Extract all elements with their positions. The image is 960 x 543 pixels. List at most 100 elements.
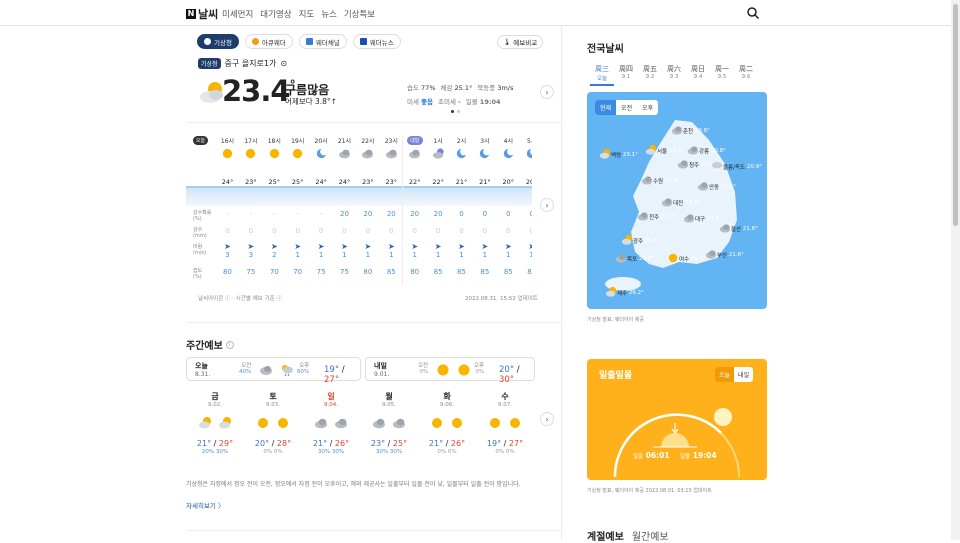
hour-label: 3시 [480,138,490,145]
hour-humidity: 85 [480,268,490,276]
row-label-wind: 바람 (m/s) [193,244,207,256]
sun-icon [488,415,502,433]
nav-alert[interactable]: 기상특보 [344,8,375,20]
hour-temp: 21° [455,178,468,186]
city-weather[interactable]: 대구 22.3° [683,212,722,226]
cloud-icon [334,415,348,433]
weekly-day-column[interactable]: 일 9.04. 21° / 26° 30% 30% [309,391,353,455]
weekly-day-column[interactable]: 토 9.03. 20° / 28° 0% 0% [251,391,295,455]
weekday-date: 9.05. [382,402,396,408]
provider-tabs: 기상청 아큐웨더 웨더채널 웨더뉴스 [197,34,401,49]
city-weather[interactable]: 울산 21.6° [719,222,758,236]
hour-temp: 24° [315,178,327,186]
hour-pop: - [273,210,276,218]
column-divider [561,26,562,540]
national-day-tab[interactable]: 周一 9.5 [710,64,734,86]
hourly-next-button[interactable]: › [540,198,554,212]
hour-label: 20시 [314,138,328,145]
tab-accuweather[interactable]: 아큐웨더 [244,34,293,49]
today-forecast-card[interactable]: 오늘 8.31. 오전 40% 오후 60% 19° / 27° [186,357,361,385]
nav-news[interactable]: 뉴스 [321,8,337,20]
national-day-tab[interactable]: 周三 오늘 [590,64,614,86]
weekly-title: 주간예보 i [186,337,234,352]
scrollbar-thumb[interactable] [953,4,958,226]
tab-monthly[interactable]: 월간예보 [632,528,669,543]
hour-humidity: 70 [269,268,279,276]
city-weather[interactable]: 여수 25.9° [667,252,706,266]
top-bar: N 날씨 미세먼지 대기영상 지도 뉴스 기상특보 [0,0,960,26]
weekly-day-column[interactable]: 수 9.07. 19° / 27° 0% 0% [483,391,527,455]
weekly-next-button[interactable]: › [540,412,554,426]
nav-video[interactable]: 대기영상 [260,8,291,20]
weekday-rain: 0% 0% [437,449,457,455]
more-link[interactable]: 자세히보기 〉 [186,500,224,510]
cloud-icon [705,248,717,262]
hour-pop: 20 [340,210,349,218]
day-temperatures: 19° / 27° [324,365,345,385]
national-day-tab[interactable]: 周日 9.4 [686,64,710,86]
national-day-tab[interactable]: 周六 9.3 [662,64,686,86]
wind-direction-icon: ➤ [294,242,302,251]
national-day-tab[interactable]: 周四 9.1 [614,64,638,86]
day-temperatures: 20° / 30° [499,365,520,385]
city-weather[interactable]: 울릉/독도 20.9° [711,160,762,174]
info-icon[interactable]: i [225,340,234,349]
page-scrollbar[interactable] [951,0,960,540]
hour-wind: ➤ 1 [427,243,450,260]
location-name[interactable]: 중구 을지로1가 [225,58,277,69]
city-weather[interactable]: 제주 26.2° [605,286,644,300]
sun-icon [256,415,270,433]
weekly-day-column[interactable]: 금 9.02. 21° / 29° 20% 30% [193,391,237,455]
weekly-day-column[interactable]: 월 9.05. 23° / 25° 30% 30% [367,391,411,455]
sun-icon [437,364,449,376]
hour-wind: ➤ 1 [310,243,333,260]
city-weather[interactable]: 서울 23.4° [645,144,684,158]
search-icon[interactable] [746,6,760,20]
city-weather[interactable]: 부산 21.6° [705,248,744,262]
tab-kma[interactable]: 기상청 [197,34,239,49]
national-day-tab[interactable]: 周二 9.6 [734,64,758,86]
city-weather[interactable]: 수원 22.8° [641,174,680,188]
city-weather[interactable]: 안동 22.5° [697,180,736,194]
tomorrow-forecast-card[interactable]: 내일 9.01. 오전 0% 오후 0% 20° / 30° [365,357,535,385]
city-weather[interactable]: 전주 23.8° [637,210,676,224]
national-day-tab[interactable]: 周五 9.2 [638,64,662,86]
tab-seasonal[interactable]: 계절예보 [587,528,624,543]
hourly-footnote[interactable]: 날씨아이콘 ⓘ · 시간별 예보 기준 ⓘ [198,294,282,302]
weathernews-logo-icon [359,38,367,45]
compare-forecast-button[interactable]: 🌡 예보비교 [497,35,544,49]
yesterday-compare: 어제보다 3.8°↑ [285,97,337,106]
day-name: 내일 [374,362,387,370]
city-weather[interactable]: 백령 23.1° [599,148,638,162]
city-weather[interactable]: 목포 25.1° [615,252,654,266]
moon-icon [478,145,491,159]
city-weather[interactable]: 광주 25.5° [621,234,660,248]
current-next-button[interactable]: › [540,85,554,99]
hour-temp: 23° [245,178,257,186]
sun-cloud-icon [198,415,212,433]
hour-wind: ➤ 2 [263,243,286,260]
nav-map[interactable]: 지도 [299,8,315,20]
current-pager[interactable] [451,110,460,113]
weekly-day-column[interactable]: 화 9.06. 21° / 26° 0% 0% [425,391,469,455]
temperature-graph [186,188,532,206]
tab-weatherchannel[interactable]: 웨더채널 [298,34,347,49]
hour-humidity: 85 [433,268,443,276]
city-weather[interactable]: 대전 22.3° [661,196,700,210]
wind-direction-icon: ➤ [341,242,348,251]
tab-weathernews[interactable]: 웨더뉴스 [352,34,401,49]
city-weather[interactable]: 강릉 20.8° [687,144,726,158]
gps-icon[interactable]: ⊙ [280,59,287,68]
weekday: 수 [501,392,509,401]
weekday-icons [367,415,411,433]
cloud-icon [677,158,689,172]
hour-rain: 0 [225,227,230,235]
logo[interactable]: N 날씨 [186,6,218,22]
sunset-time: 일몰 19:04 [680,451,717,460]
wind-direction-icon: ➤ [224,242,231,251]
nav-dust[interactable]: 미세먼지 [222,8,253,20]
hour-temp: 20° [525,178,532,186]
hour-rain: 0 [482,227,488,235]
city-weather[interactable]: 춘천 23.8° [671,124,710,138]
hour-label: 18시 [267,138,281,145]
